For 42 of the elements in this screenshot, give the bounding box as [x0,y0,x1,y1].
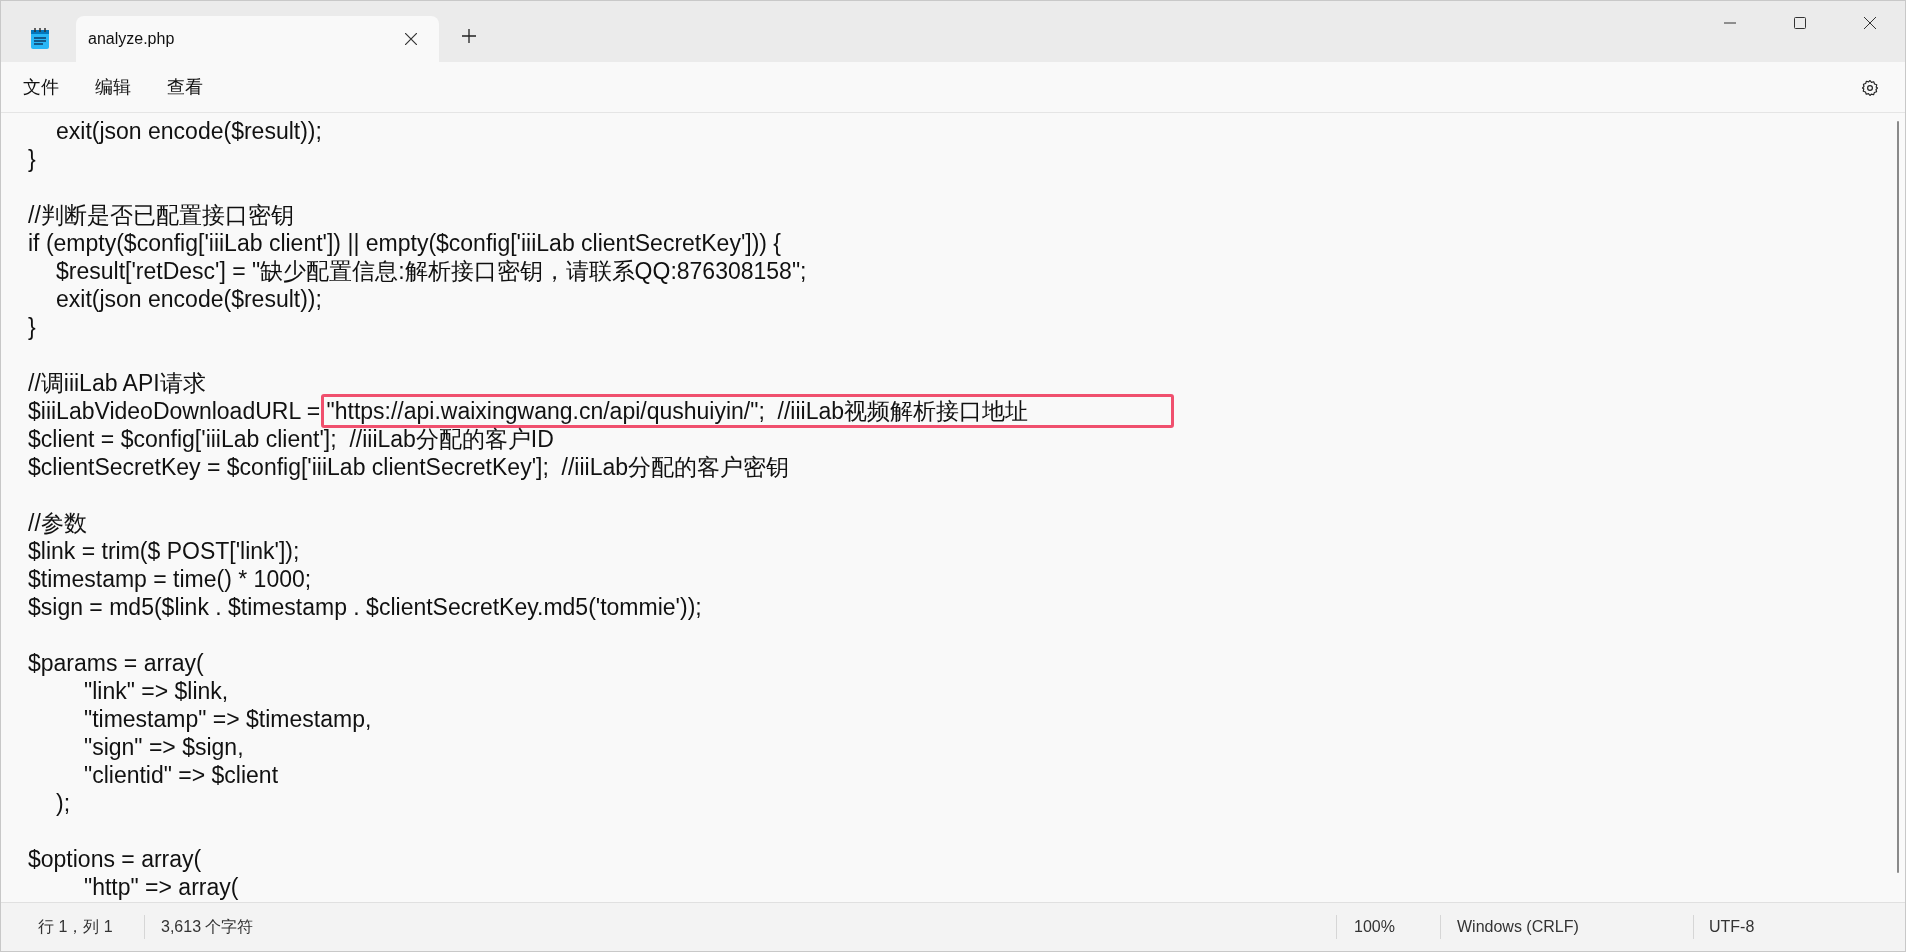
code-line: exit(json encode($result)); [55,118,322,144]
maximize-icon [1794,17,1806,29]
code-line: exit(json encode($result)); [55,286,322,312]
code-line: } [28,314,36,340]
code-line: } [28,146,36,172]
tab-label: analyze.php [88,29,176,49]
code-line: $clientSecretKey = $config['iiiLab clientSecretKey']; //iiiLab分配的客户密钥 [28,454,790,480]
minimize-icon [1724,22,1736,24]
code-line: $timestamp = time() * 1000; [28,566,312,592]
code-line: "timestamp" => $timestamp, [83,706,372,732]
file-tab[interactable]: analyze.php [76,16,439,62]
zoom-level: 100% [1353,917,1396,937]
code-line: $client = $config['iiiLab client']; //iiiLab分配的客户ID [28,426,554,452]
cursor-position: 行 1，列 1 [37,917,114,937]
encoding: UTF-8 [1708,917,1755,937]
character-count: 3,613 个字符 [160,917,255,937]
code-line: $params = array( [28,650,204,676]
code-line: $options = array( [28,846,202,872]
code-line: $sign = md5($link . $timestamp . $clientSecretKey.md5('tommie')); [28,594,702,620]
highlighted-code: "https://api.waixingwang.cn/api/qushuiyin/"; //iiiLab视频解析接口地址 [320,394,1175,428]
menu-item[interactable]: 文件 [11,67,71,107]
code-line: "clientid" => $client [83,762,279,788]
code-line: $iiiLabVideoDownloadURL = [28,398,322,424]
code-line: //调iiiLab API请求 [28,370,206,396]
settings-icon [1861,79,1879,97]
code-line: ); [55,790,71,816]
code-line: $result['retDesc'] = "缺少配置信息:解析接口密钥，请联系QQ:876308158"; [55,258,807,284]
plus-icon [462,29,476,43]
menu-item[interactable]: 查看 [155,67,215,107]
line-ending: Windows (CRLF) [1456,917,1580,937]
code-line: //参数 [28,510,87,536]
close-icon[interactable] [405,33,417,45]
close-icon [1864,17,1876,29]
scrollbar-thumb[interactable] [1897,121,1899,873]
menu-item[interactable]: 编辑 [83,67,143,107]
code-line: //判断是否已配置接口密钥 [28,202,294,228]
code-line: $link = trim($ POST['link']); [28,538,300,564]
notepad-icon [30,28,50,50]
code-line: "sign" => $sign, [83,734,244,760]
code-line: "link" => $link, [83,678,229,704]
code-line: "http" => array( [83,874,239,900]
code-line: if (empty($config['iiiLab client']) || empty($config['iiiLab clientSecretKey'])) { [28,230,782,256]
